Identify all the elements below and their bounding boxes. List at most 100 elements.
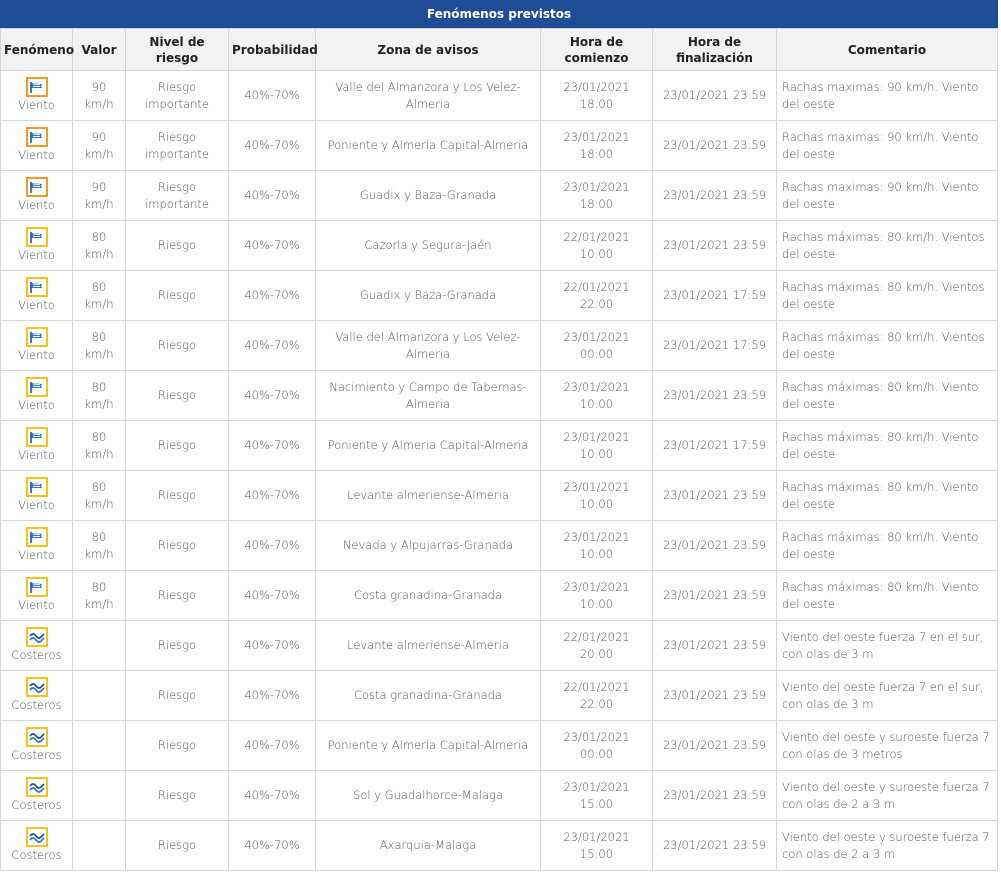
cell-level: Riesgo [125,420,229,471]
cell-comment: Rachas maximas: 90 km/h. Viento del oest… [776,70,998,121]
cell-phenomenon: Viento [0,120,73,171]
header-zone: Zona de avisos [315,28,541,71]
cell-phenomenon: Costeros [0,770,73,821]
cell-probability: 40%-70% [228,670,316,721]
cell-level: Riesgo [125,570,229,621]
cell-zone: Nevada y Alpujarras-Granada [315,520,541,571]
cell-level: Riesgo [125,620,229,671]
header-phenomenon: Fenómeno [0,28,74,71]
phenomenon-label: Costeros [11,848,62,862]
cell-probability: 40%-70% [228,720,316,771]
phenomenon-label: Costeros [11,698,62,712]
cell-start: 23/01/2021 18:00 [540,120,653,171]
cell-value: 90 km/h [72,70,126,121]
cell-end: 23/01/2021 23:59 [652,770,777,821]
table-row: Costeros Riesgo 40%-70% Sol y Guadalhorce-M… [0,770,998,821]
table-row: Viento 90 km/h Riesgo importante 40%-70% Gua… [0,170,998,221]
cell-start: 23/01/2021 10:00 [540,420,653,471]
table-row: Viento 90 km/h Riesgo importante 40%-70% Val… [0,70,998,121]
cell-level: Riesgo [125,320,229,371]
cell-phenomenon: Viento [0,220,73,271]
cell-value: 80 km/h [72,220,126,271]
cell-start: 23/01/2021 15:00 [540,770,653,821]
cell-phenomenon: Viento [0,370,73,421]
cell-phenomenon: Viento [0,570,73,621]
wind-icon [25,127,48,147]
table-row: Viento 80 km/h Riesgo 40%-70% Nevada y Alpuj… [0,520,998,571]
cell-comment: Viento del oeste y suroeste fuerza 7 con… [776,820,998,871]
wave-icon [25,627,48,647]
cell-level: Riesgo [125,470,229,521]
cell-zone: Valle del Almanzora y Los Velez-Almeria [315,70,541,121]
cell-start: 23/01/2021 10:00 [540,520,653,571]
cell-probability: 40%-70% [228,320,316,371]
phenomenon-label: Viento [18,298,55,312]
cell-phenomenon: Viento [0,270,73,321]
cell-zone: Guadix y Baza-Granada [315,270,541,321]
cell-level: Riesgo [125,520,229,571]
cell-value: 80 km/h [72,520,126,571]
phenomena-table: Fenómenos previstos Fenómeno Valor Nivel… [0,0,998,871]
cell-zone: Poniente y Almeria Capital-Almeria [315,120,541,171]
cell-zone: Costa granadina-Granada [315,670,541,721]
wind-icon [25,477,48,497]
cell-end: 23/01/2021 23:59 [652,70,777,121]
cell-value: 90 km/h [72,170,126,221]
cell-start: 23/01/2021 00:00 [540,320,653,371]
wind-icon [25,377,48,397]
header-row: Fenómeno Valor Nivel de riesgo Probabili… [0,28,998,71]
cell-zone: Axarquia-Malaga [315,820,541,871]
cell-end: 23/01/2021 23:59 [652,470,777,521]
cell-phenomenon: Viento [0,470,73,521]
cell-probability: 40%-70% [228,770,316,821]
forecast-panel: Fenómenos previstos Fenómeno Valor Nivel… [0,0,998,871]
cell-level: Riesgo [125,720,229,771]
cell-probability: 40%-70% [228,270,316,321]
phenomenon-label: Viento [18,398,55,412]
cell-probability: 40%-70% [228,120,316,171]
cell-comment: Rachas maximas: 90 km/h. Viento del oest… [776,120,998,171]
cell-start: 23/01/2021 18:00 [540,170,653,221]
cell-phenomenon: Costeros [0,820,73,871]
cell-probability: 40%-70% [228,70,316,121]
wave-icon [25,727,48,747]
table-row: Costeros Riesgo 40%-70% Costa granadina-Gra… [0,670,998,721]
cell-probability: 40%-70% [228,170,316,221]
cell-probability: 40%-70% [228,620,316,671]
wind-icon [25,427,48,447]
cell-value: 80 km/h [72,370,126,421]
cell-level: Riesgo [125,820,229,871]
cell-phenomenon: Costeros [0,670,73,721]
cell-end: 23/01/2021 23:59 [652,620,777,671]
cell-value [72,770,126,821]
cell-zone: Nacimiento y Campo de Tabernas-Almeria [315,370,541,421]
phenomenon-label: Costeros [11,648,62,662]
cell-start: 23/01/2021 10:00 [540,470,653,521]
cell-level: Riesgo [125,770,229,821]
wave-icon [25,777,48,797]
cell-start: 22/01/2021 22:00 [540,670,653,721]
phenomenon-label: Costeros [11,798,62,812]
cell-value: 80 km/h [72,270,126,321]
cell-end: 23/01/2021 23:59 [652,720,777,771]
cell-start: 22/01/2021 20:00 [540,620,653,671]
cell-zone: Poniente y Almeria Capital-Almeria [315,420,541,471]
cell-phenomenon: Viento [0,70,73,121]
phenomenon-label: Viento [18,548,55,562]
phenomenon-label: Viento [18,448,55,462]
cell-level: Riesgo importante [125,120,229,171]
phenomenon-label: Viento [18,98,55,112]
cell-zone: Levante almeriense-Almeria [315,620,541,671]
cell-probability: 40%-70% [228,220,316,271]
cell-comment: Rachas máximas: 80 km/h. Viento del oest… [776,520,998,571]
cell-zone: Valle del Almanzora y Los Velez-Almeria [315,320,541,371]
phenomenon-label: Viento [18,498,55,512]
wind-icon [25,327,48,347]
wind-icon [25,177,48,197]
cell-end: 23/01/2021 23:59 [652,220,777,271]
table-row: Costeros Riesgo 40%-70% Levante almeriense-… [0,620,998,671]
cell-phenomenon: Costeros [0,620,73,671]
table-row: Viento 80 km/h Riesgo 40%-70% Poniente y Alm… [0,420,998,471]
cell-comment: Rachas máximas: 80 km/h. Vientos del oes… [776,270,998,321]
cell-comment: Rachas máximas: 80 km/h. Viento del oest… [776,370,998,421]
